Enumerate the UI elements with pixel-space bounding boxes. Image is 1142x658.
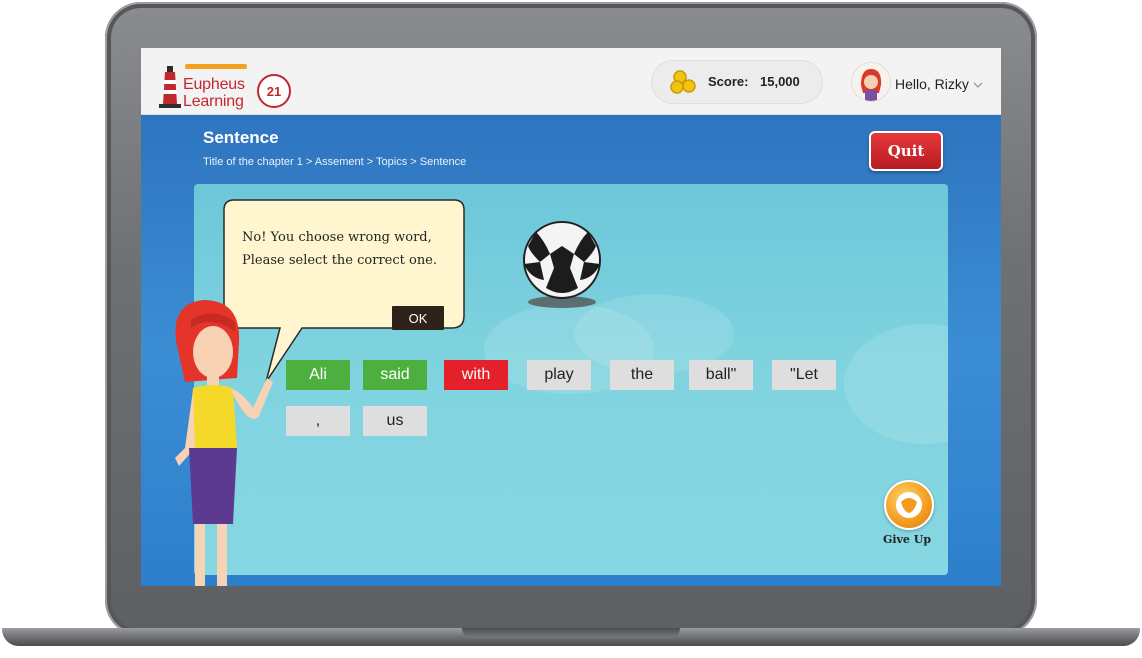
feedback-line-1: No! You choose wrong word, [242,230,432,245]
user-avatar[interactable] [851,62,891,102]
word-tile[interactable]: ball" [689,360,753,390]
word-tile[interactable]: said [363,360,427,390]
top-bar: Eupheus Learning 21 Score: 15,000 Hello,… [141,48,1001,115]
century-21-badge: 21 [257,74,291,108]
logo-line-1: Eupheus [183,76,245,93]
app-screen: Eupheus Learning 21 Score: 15,000 Hello,… [141,48,1001,586]
football-icon [523,221,601,308]
quit-button[interactable]: Quit [869,131,943,171]
avatar-girl-icon [852,63,890,101]
logo-line-2: Learning [183,93,244,110]
score-pill: Score: 15,000 [651,60,823,104]
word-tile[interactable]: us [363,406,427,436]
coins-icon [670,70,696,94]
give-up-label: Give Up [882,533,932,546]
sentence-board: No! You choose wrong word, Please select… [194,184,948,575]
teacher-character-icon [175,300,273,586]
chevron-down-icon[interactable] [973,82,983,88]
breadcrumb[interactable]: Title of the chapter 1 > Assement > Topi… [203,156,466,168]
logo-accent-bar [185,64,247,69]
word-tile[interactable]: , [286,406,350,436]
laptop-notch [462,628,680,638]
cloud-decoration [844,324,948,444]
give-up-icon [896,492,922,518]
lighthouse-icon [159,66,181,108]
eupheus-logo[interactable]: Eupheus Learning 21 [157,64,297,112]
ok-button[interactable]: OK [392,306,444,330]
give-up-button[interactable] [884,480,934,530]
word-tile[interactable]: with [444,360,508,390]
score-label: Score: [708,74,749,89]
word-tile[interactable]: the [610,360,674,390]
user-greeting[interactable]: Hello, Rizky [895,76,969,92]
feedback-line-2: Please select the correct one. [242,253,438,268]
word-tile[interactable]: Ali [286,360,350,390]
score-value: 15,000 [760,74,800,89]
word-tile[interactable]: "Let [772,360,836,390]
word-tile[interactable]: play [527,360,591,390]
page-title: Sentence [203,128,279,147]
